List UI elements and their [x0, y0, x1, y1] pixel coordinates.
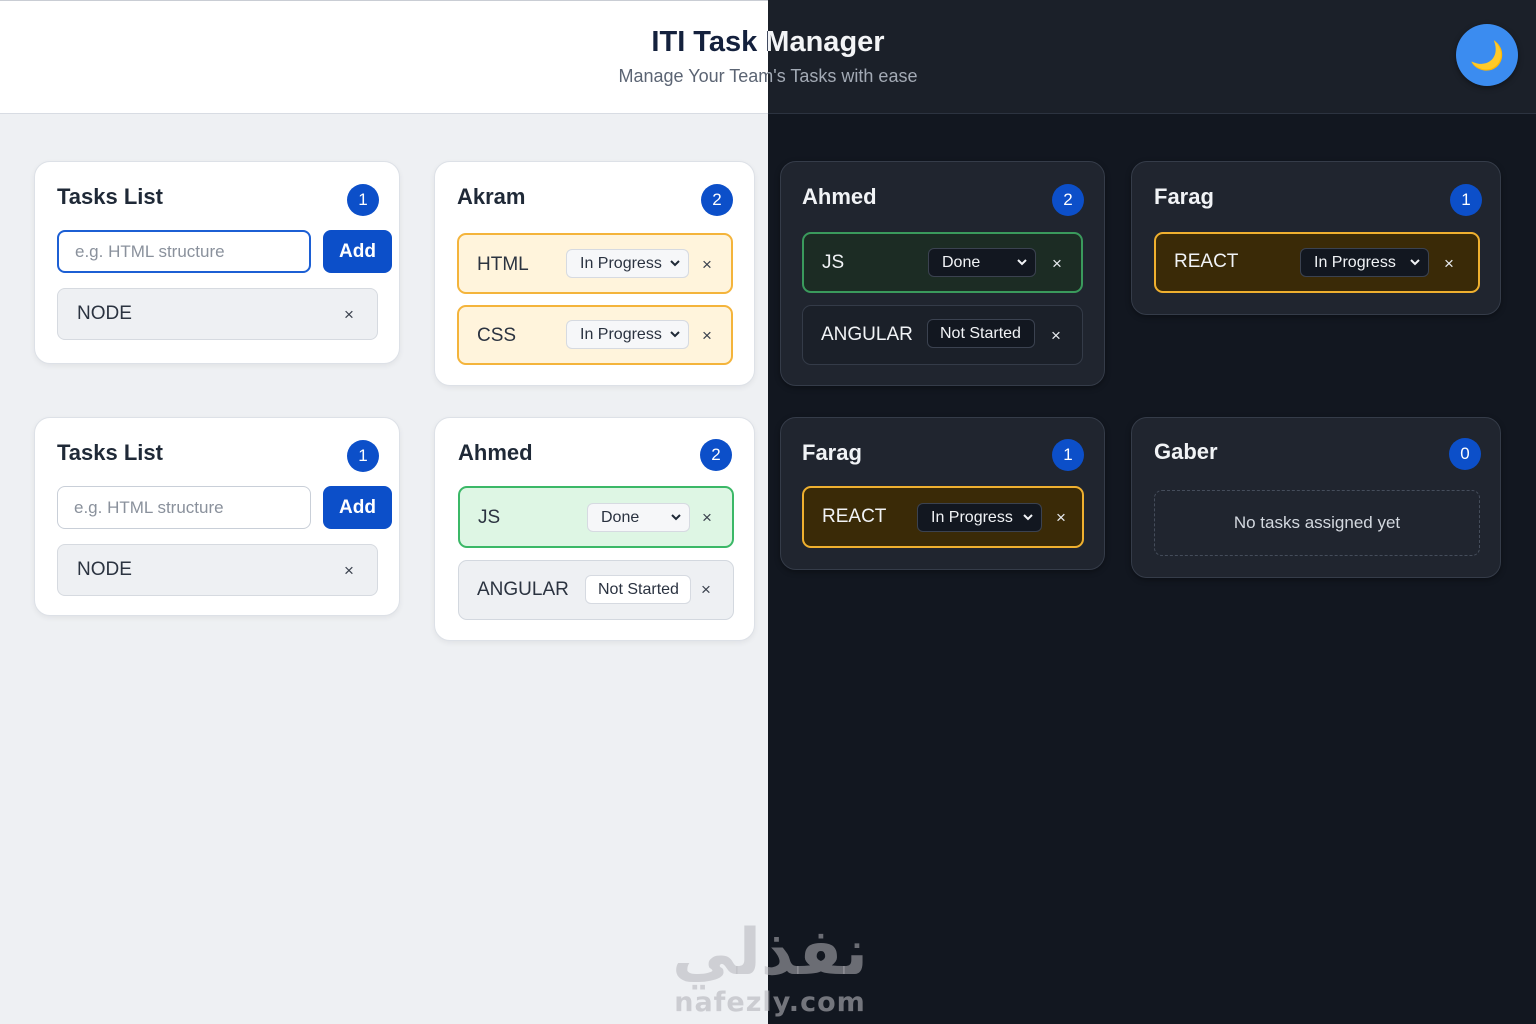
task-label: NODE [77, 559, 132, 580]
assigned-task[interactable]: JS Done × [458, 486, 734, 548]
task-count-badge: 2 [700, 439, 732, 471]
task-label: REACT [1174, 251, 1239, 272]
moon-icon: 🌙 [1469, 39, 1505, 71]
status-value: In Progress [1314, 253, 1396, 271]
task-count-badge: 2 [701, 184, 733, 216]
status-select[interactable]: In Progress [1300, 248, 1429, 277]
unassigned-task-item[interactable]: NODE × [57, 544, 378, 596]
status-select[interactable]: Not Started [585, 575, 691, 604]
task-label: CSS [477, 325, 517, 346]
member-card-farag-dark: Farag 1 REACT In Progress × [780, 417, 1105, 570]
new-task-input[interactable] [57, 230, 311, 273]
tasks-list-card: Tasks List 1 Add NODE × [34, 161, 400, 364]
task-label: NODE [77, 303, 132, 324]
nafezly-watermark: نفذلي nafezly.com [650, 918, 890, 1018]
task-label: ANGULAR [821, 324, 913, 345]
remove-task-button[interactable]: × [701, 581, 711, 598]
card-title: Tasks List [57, 184, 163, 209]
member-name: Farag [802, 440, 862, 465]
status-select[interactable]: In Progress [566, 249, 689, 278]
member-name: Ahmed [458, 440, 533, 465]
task-count-badge: 2 [1052, 184, 1084, 216]
assigned-task[interactable]: CSS In Progress × [457, 305, 733, 365]
add-task-button[interactable]: Add [323, 486, 392, 529]
task-label: ANGULAR [477, 579, 569, 600]
status-value: In Progress [931, 508, 1013, 526]
remove-task-button[interactable]: × [1051, 327, 1061, 344]
member-name: Farag [1154, 184, 1214, 209]
task-label: HTML [477, 254, 529, 275]
unassigned-task-item[interactable]: NODE × [57, 288, 378, 340]
chevron-down-icon [671, 514, 681, 521]
assigned-task[interactable]: ANGULAR Not Started × [802, 305, 1083, 365]
task-count-badge: 1 [1052, 439, 1084, 471]
member-name: Ahmed [802, 184, 877, 209]
chevron-down-icon [670, 260, 680, 267]
watermark-arabic-text: نفذلي [672, 916, 868, 990]
empty-task-placeholder: No tasks assigned yet [1154, 490, 1480, 556]
assigned-task[interactable]: JS Done × [802, 232, 1083, 293]
task-label: JS [822, 252, 845, 273]
new-task-input[interactable] [57, 486, 311, 529]
status-value: In Progress [580, 325, 662, 343]
task-label: REACT [822, 506, 887, 527]
status-select[interactable]: In Progress [566, 320, 689, 349]
remove-task-button[interactable]: × [344, 306, 354, 323]
assigned-task[interactable]: ANGULAR Not Started × [458, 560, 734, 620]
task-count-badge: 0 [1449, 438, 1481, 470]
remove-task-button[interactable]: × [1444, 255, 1454, 272]
chevron-down-icon [1023, 514, 1033, 521]
tasks-list-card: Tasks List 1 Add NODE × [34, 417, 400, 616]
task-count-badge: 1 [347, 184, 379, 216]
status-value: Not Started [598, 580, 679, 598]
status-value: Done [601, 508, 640, 526]
member-card-akram: Akram 2 HTML In Progress × CSS In Progre… [434, 161, 755, 386]
member-name: Gaber [1154, 439, 1218, 464]
status-select[interactable]: Done [587, 503, 690, 532]
theme-toggle-button[interactable]: 🌙 [1456, 24, 1518, 86]
member-name: Akram [457, 184, 526, 209]
chevron-down-icon [1017, 259, 1027, 266]
status-select[interactable]: Not Started [927, 319, 1035, 348]
member-card-farag-dark: Farag 1 REACT In Progress × [1131, 161, 1501, 315]
add-task-button[interactable]: Add [323, 230, 392, 273]
status-value: In Progress [580, 254, 662, 272]
assigned-task[interactable]: HTML In Progress × [457, 233, 733, 294]
assigned-task[interactable]: REACT In Progress × [802, 486, 1084, 548]
assigned-task[interactable]: REACT In Progress × [1154, 232, 1480, 293]
watermark-latin-text: nafezly.com [674, 987, 866, 1018]
status-value: Done [942, 253, 981, 271]
status-value: Not Started [940, 324, 1021, 342]
task-label: JS [478, 507, 501, 528]
status-select[interactable]: In Progress [917, 503, 1042, 532]
remove-task-button[interactable]: × [702, 509, 712, 526]
member-card-gaber-dark: Gaber 0 No tasks assigned yet [1131, 417, 1501, 578]
remove-task-button[interactable]: × [702, 327, 712, 344]
app-subtitle: Manage Your Team's Tasks with ease [618, 66, 768, 86]
member-card-ahmed-dark: Ahmed 2 JS Done × ANGULAR Not Started × [780, 161, 1105, 386]
card-title: Tasks List [57, 440, 163, 465]
task-count-badge: 1 [347, 440, 379, 472]
status-select[interactable]: Done [928, 248, 1036, 277]
member-card-ahmed: Ahmed 2 JS Done × ANGULAR Not Started × [434, 417, 755, 641]
app-title: ITI Task Manager [651, 26, 768, 58]
remove-task-button[interactable]: × [1052, 255, 1062, 272]
chevron-down-icon [670, 331, 680, 338]
remove-task-button[interactable]: × [702, 256, 712, 273]
chevron-down-icon [1410, 259, 1420, 266]
app-subtitle-dark: Manage Your Team's Tasks with ease [768, 66, 918, 86]
app-title-dark: ITI Task Manager [768, 26, 885, 58]
remove-task-button[interactable]: × [1056, 509, 1066, 526]
task-count-badge: 1 [1450, 184, 1482, 216]
remove-task-button[interactable]: × [344, 562, 354, 579]
header-titles: ITI Task Manager Manage Your Team's Task… [0, 24, 1536, 94]
